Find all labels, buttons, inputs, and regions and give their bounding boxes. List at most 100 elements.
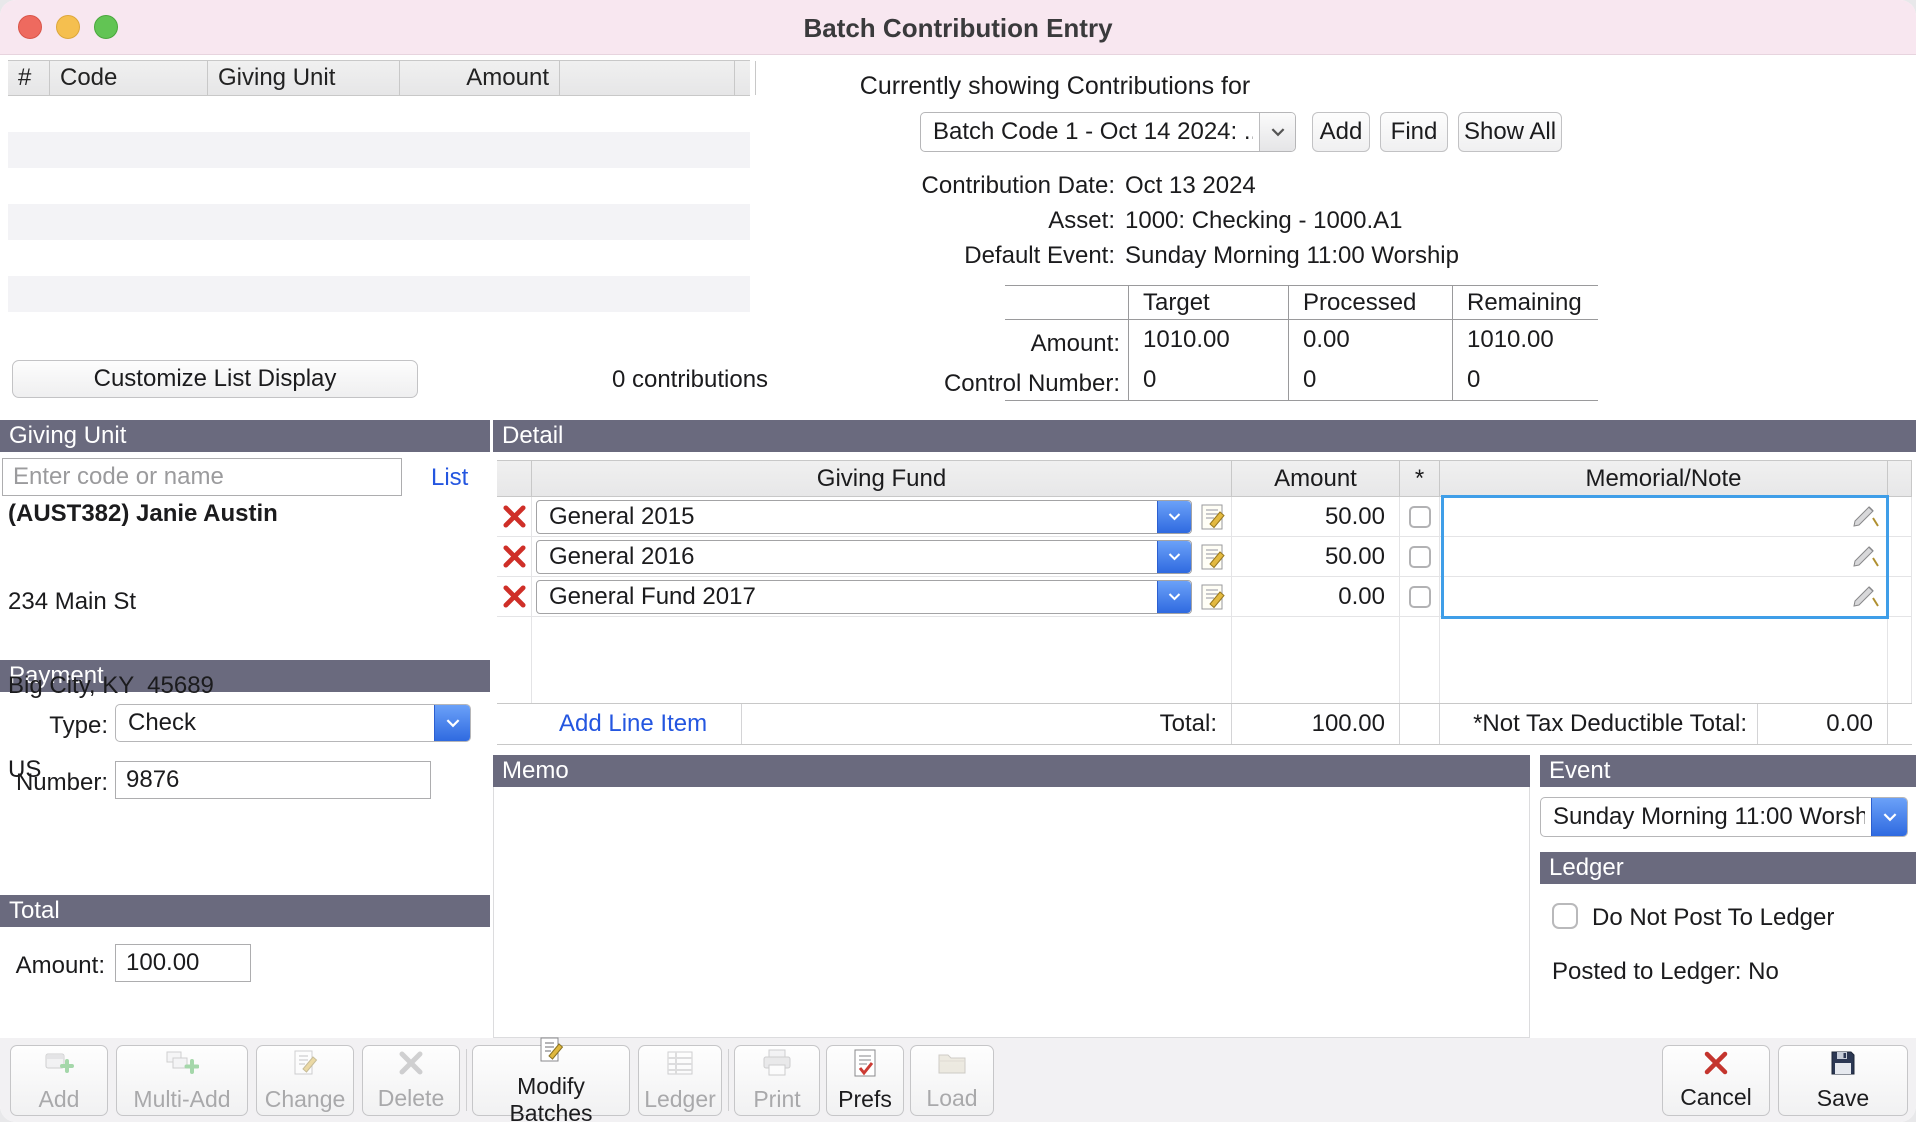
scroll-gutter	[1888, 577, 1912, 616]
save-button[interactable]: Save	[1778, 1045, 1908, 1116]
prefs-icon	[851, 1048, 879, 1084]
giving-fund-dropdown[interactable]: General Fund 2017	[536, 580, 1192, 614]
memorial-pen-icon[interactable]	[1853, 506, 1879, 534]
batch-show-all-button[interactable]: Show All	[1458, 112, 1562, 152]
ledger-button[interactable]: Ledger	[638, 1045, 722, 1116]
contribution-count: 0 contributions	[560, 366, 820, 394]
delete-x-icon	[397, 1049, 425, 1083]
memorial-note-input[interactable]	[1440, 497, 1887, 536]
line-amount[interactable]: 50.00	[1232, 537, 1400, 576]
payment-number-input[interactable]	[115, 761, 431, 799]
delete-row-icon[interactable]	[497, 537, 532, 576]
batch-add-button[interactable]: Add	[1312, 112, 1370, 152]
chevron-down-icon	[1871, 798, 1907, 836]
detail-section-header: Detail	[493, 420, 1916, 452]
delete-row-icon[interactable]	[497, 497, 532, 536]
detail-row: General 2015 50.00	[497, 497, 1912, 537]
titlebar: Batch Contribution Entry	[0, 0, 1916, 55]
detail-col-amount: Amount	[1232, 461, 1400, 496]
window-title: Batch Contribution Entry	[0, 13, 1916, 44]
memo-textarea[interactable]	[493, 787, 1530, 1038]
printer-icon	[761, 1048, 793, 1084]
total-amount-label: Amount:	[0, 952, 105, 980]
batch-heading: Currently showing Contributions for	[830, 72, 1280, 101]
payment-type-label: Type:	[0, 712, 108, 740]
footer-star-gutter	[1400, 704, 1440, 744]
summary-gutter	[1005, 286, 1128, 320]
change-icon	[290, 1048, 320, 1084]
giving-fund-value: General Fund 2017	[549, 581, 1151, 613]
print-button[interactable]: Print	[734, 1045, 820, 1116]
customize-list-display-button[interactable]: Customize List Display	[12, 360, 418, 398]
edit-note-icon[interactable]	[1198, 582, 1230, 612]
event-dropdown[interactable]: Sunday Morning 11:00 Worship	[1540, 797, 1908, 837]
edit-note-icon[interactable]	[1198, 542, 1230, 572]
column-header-amount[interactable]: Amount	[400, 61, 560, 95]
add-button[interactable]: Add	[10, 1045, 108, 1116]
do-not-post-to-ledger-label: Do Not Post To Ledger	[1592, 904, 1834, 932]
detail-row: General Fund 2017 0.00	[497, 577, 1912, 617]
star-cell	[1400, 577, 1440, 616]
contributions-list-header: # Code Giving Unit Amount	[8, 60, 750, 96]
empty-list-row	[8, 276, 750, 312]
memorial-cell	[1440, 577, 1888, 616]
detail-empty-area	[497, 617, 1912, 703]
star-cell	[1400, 537, 1440, 576]
empty-list-row	[8, 240, 750, 276]
detail-table-header: Giving Fund Amount * Memorial/Note	[497, 460, 1912, 497]
delete-button[interactable]: Delete	[362, 1045, 460, 1116]
batch-find-button[interactable]: Find	[1380, 112, 1448, 152]
not-tax-deductible-checkbox[interactable]	[1409, 546, 1431, 568]
line-amount[interactable]: 50.00	[1232, 497, 1400, 536]
line-amount[interactable]: 0.00	[1232, 577, 1400, 616]
memorial-cell	[1440, 497, 1888, 536]
column-header-number[interactable]: #	[8, 61, 50, 95]
giving-fund-dropdown[interactable]: General 2015	[536, 500, 1192, 534]
star-cell	[1400, 497, 1440, 536]
default-event-value: Sunday Morning 11:00 Worship	[1115, 242, 1459, 270]
delete-row-icon[interactable]	[497, 577, 532, 616]
giving-unit-list-link[interactable]: List	[431, 464, 468, 492]
giving-fund-value: General 2015	[549, 501, 1151, 533]
detail-table-footer: Add Line Item Total: 100.00 *Not Tax Ded…	[497, 703, 1912, 745]
memorial-note-input[interactable]	[1440, 537, 1887, 576]
empty-list-row	[8, 168, 750, 204]
summary-control-target: 0	[1128, 360, 1288, 400]
giving-fund-dropdown[interactable]: General 2016	[536, 540, 1192, 574]
chevron-down-icon	[1259, 113, 1295, 151]
memo-section-header: Memo	[493, 755, 1530, 787]
load-button[interactable]: Load	[910, 1045, 994, 1116]
save-disk-icon	[1829, 1049, 1857, 1083]
not-tax-deductible-checkbox[interactable]	[1409, 506, 1431, 528]
multi-add-button[interactable]: Multi-Add	[116, 1045, 248, 1116]
add-line-item-link[interactable]: Add Line Item	[559, 710, 707, 738]
modify-batches-button[interactable]: Modify Batches	[472, 1045, 630, 1116]
toolbar-separator	[466, 1049, 467, 1111]
giving-unit-search-input[interactable]	[2, 458, 402, 496]
giving-unit-name: (AUST382) Janie Austin	[8, 500, 278, 528]
scroll-gutter	[1888, 497, 1912, 536]
column-header-code[interactable]: Code	[50, 61, 208, 95]
detail-col-memorial: Memorial/Note	[1440, 461, 1888, 496]
summary-amount-target: 1010.00	[1128, 320, 1288, 360]
toolbar-separator	[728, 1049, 729, 1111]
memorial-pen-icon[interactable]	[1853, 586, 1879, 614]
column-header-giving-unit[interactable]: Giving Unit	[208, 61, 400, 95]
contributions-list-body[interactable]	[8, 96, 750, 348]
empty-list-row	[8, 96, 750, 132]
detail-col-giving-fund: Giving Fund	[532, 461, 1232, 496]
posted-to-ledger-status: Posted to Ledger: No	[1552, 958, 1779, 986]
edit-note-icon[interactable]	[1198, 502, 1230, 532]
batch-select-dropdown[interactable]: Batch Code 1 - Oct 14 2024: ...	[920, 112, 1296, 152]
do-not-post-to-ledger-checkbox[interactable]	[1552, 903, 1578, 929]
change-button[interactable]: Change	[256, 1045, 354, 1116]
prefs-button[interactable]: Prefs	[826, 1045, 904, 1116]
total-amount-input[interactable]	[115, 944, 251, 982]
cancel-button[interactable]: Cancel	[1662, 1045, 1770, 1116]
memorial-note-input[interactable]	[1440, 577, 1887, 616]
not-tax-deductible-checkbox[interactable]	[1409, 586, 1431, 608]
ledger-section-header: Ledger	[1540, 852, 1916, 884]
memorial-pen-icon[interactable]	[1853, 546, 1879, 574]
address-line: Big City, KY 45689	[8, 672, 214, 700]
payment-type-dropdown[interactable]: Check	[115, 704, 471, 742]
